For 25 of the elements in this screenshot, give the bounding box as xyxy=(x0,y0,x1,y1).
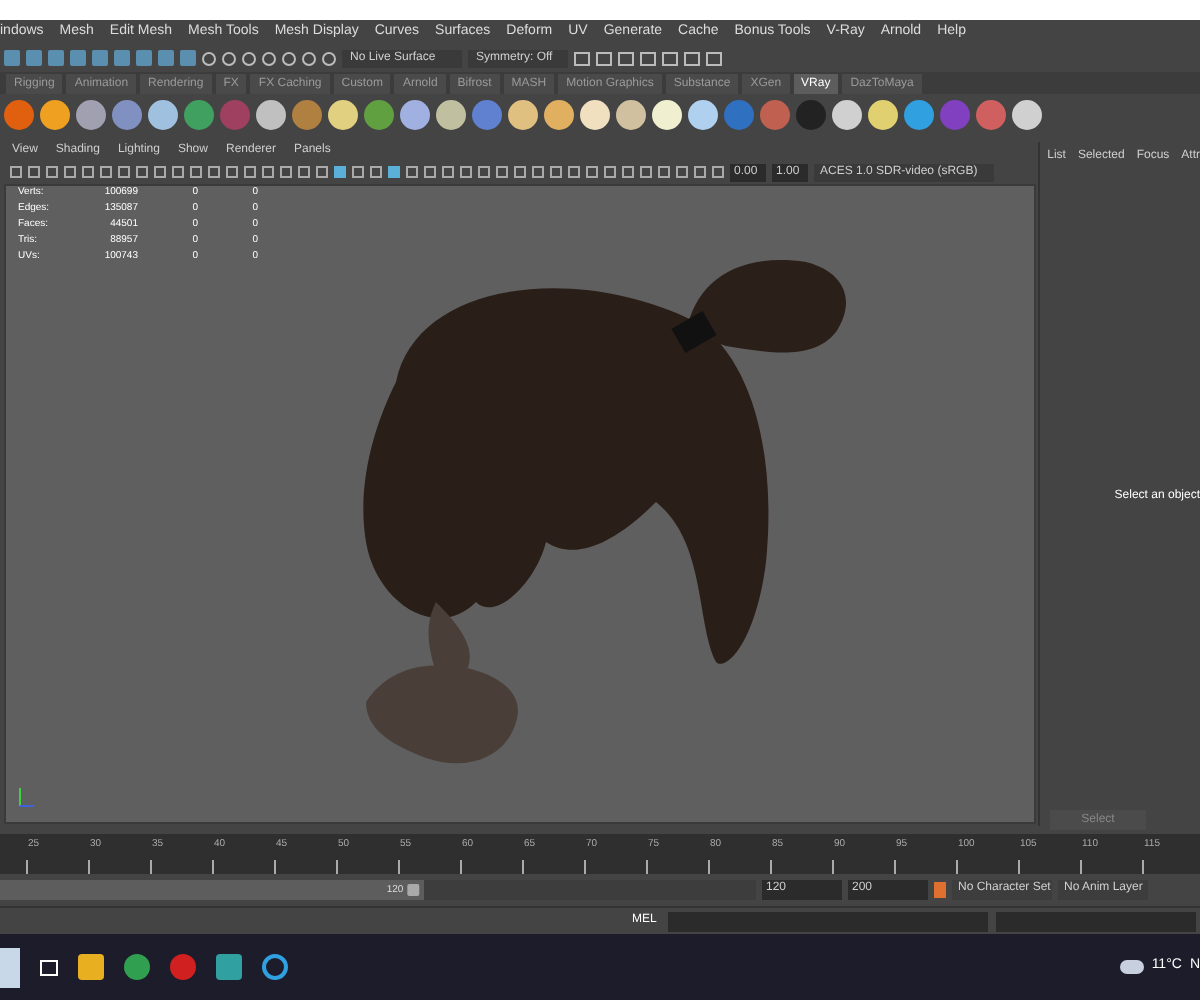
command-field[interactable] xyxy=(668,911,989,931)
shelf-icon[interactable] xyxy=(508,99,538,129)
app-icon[interactable] xyxy=(262,954,288,980)
shelf-icon[interactable] xyxy=(40,99,70,129)
shelf-icon[interactable] xyxy=(436,99,466,129)
shelf-icon[interactable] xyxy=(652,99,682,129)
shelf-icon[interactable] xyxy=(868,99,898,129)
shelf-icon[interactable] xyxy=(688,99,718,129)
shelf-icon[interactable] xyxy=(616,99,646,129)
app-icon[interactable] xyxy=(170,954,196,980)
slider-handle-icon[interactable] xyxy=(407,884,420,896)
shelf-icon[interactable] xyxy=(832,99,862,129)
cloud-icon xyxy=(1119,960,1144,974)
shelf-icon[interactable] xyxy=(256,99,286,129)
task-view-icon[interactable] xyxy=(40,959,58,975)
shelf-icon[interactable] xyxy=(580,99,610,129)
axis-icon xyxy=(19,787,35,807)
shelf-icon[interactable] xyxy=(904,99,934,129)
shelf-icon[interactable] xyxy=(76,99,106,129)
shelf-icon[interactable] xyxy=(328,99,358,129)
shelf-icon[interactable] xyxy=(544,99,574,129)
shelf-icon[interactable] xyxy=(1012,99,1042,129)
app-icon[interactable] xyxy=(124,954,150,980)
shelf-icon[interactable] xyxy=(148,99,178,129)
shelf-icon[interactable] xyxy=(400,99,430,129)
